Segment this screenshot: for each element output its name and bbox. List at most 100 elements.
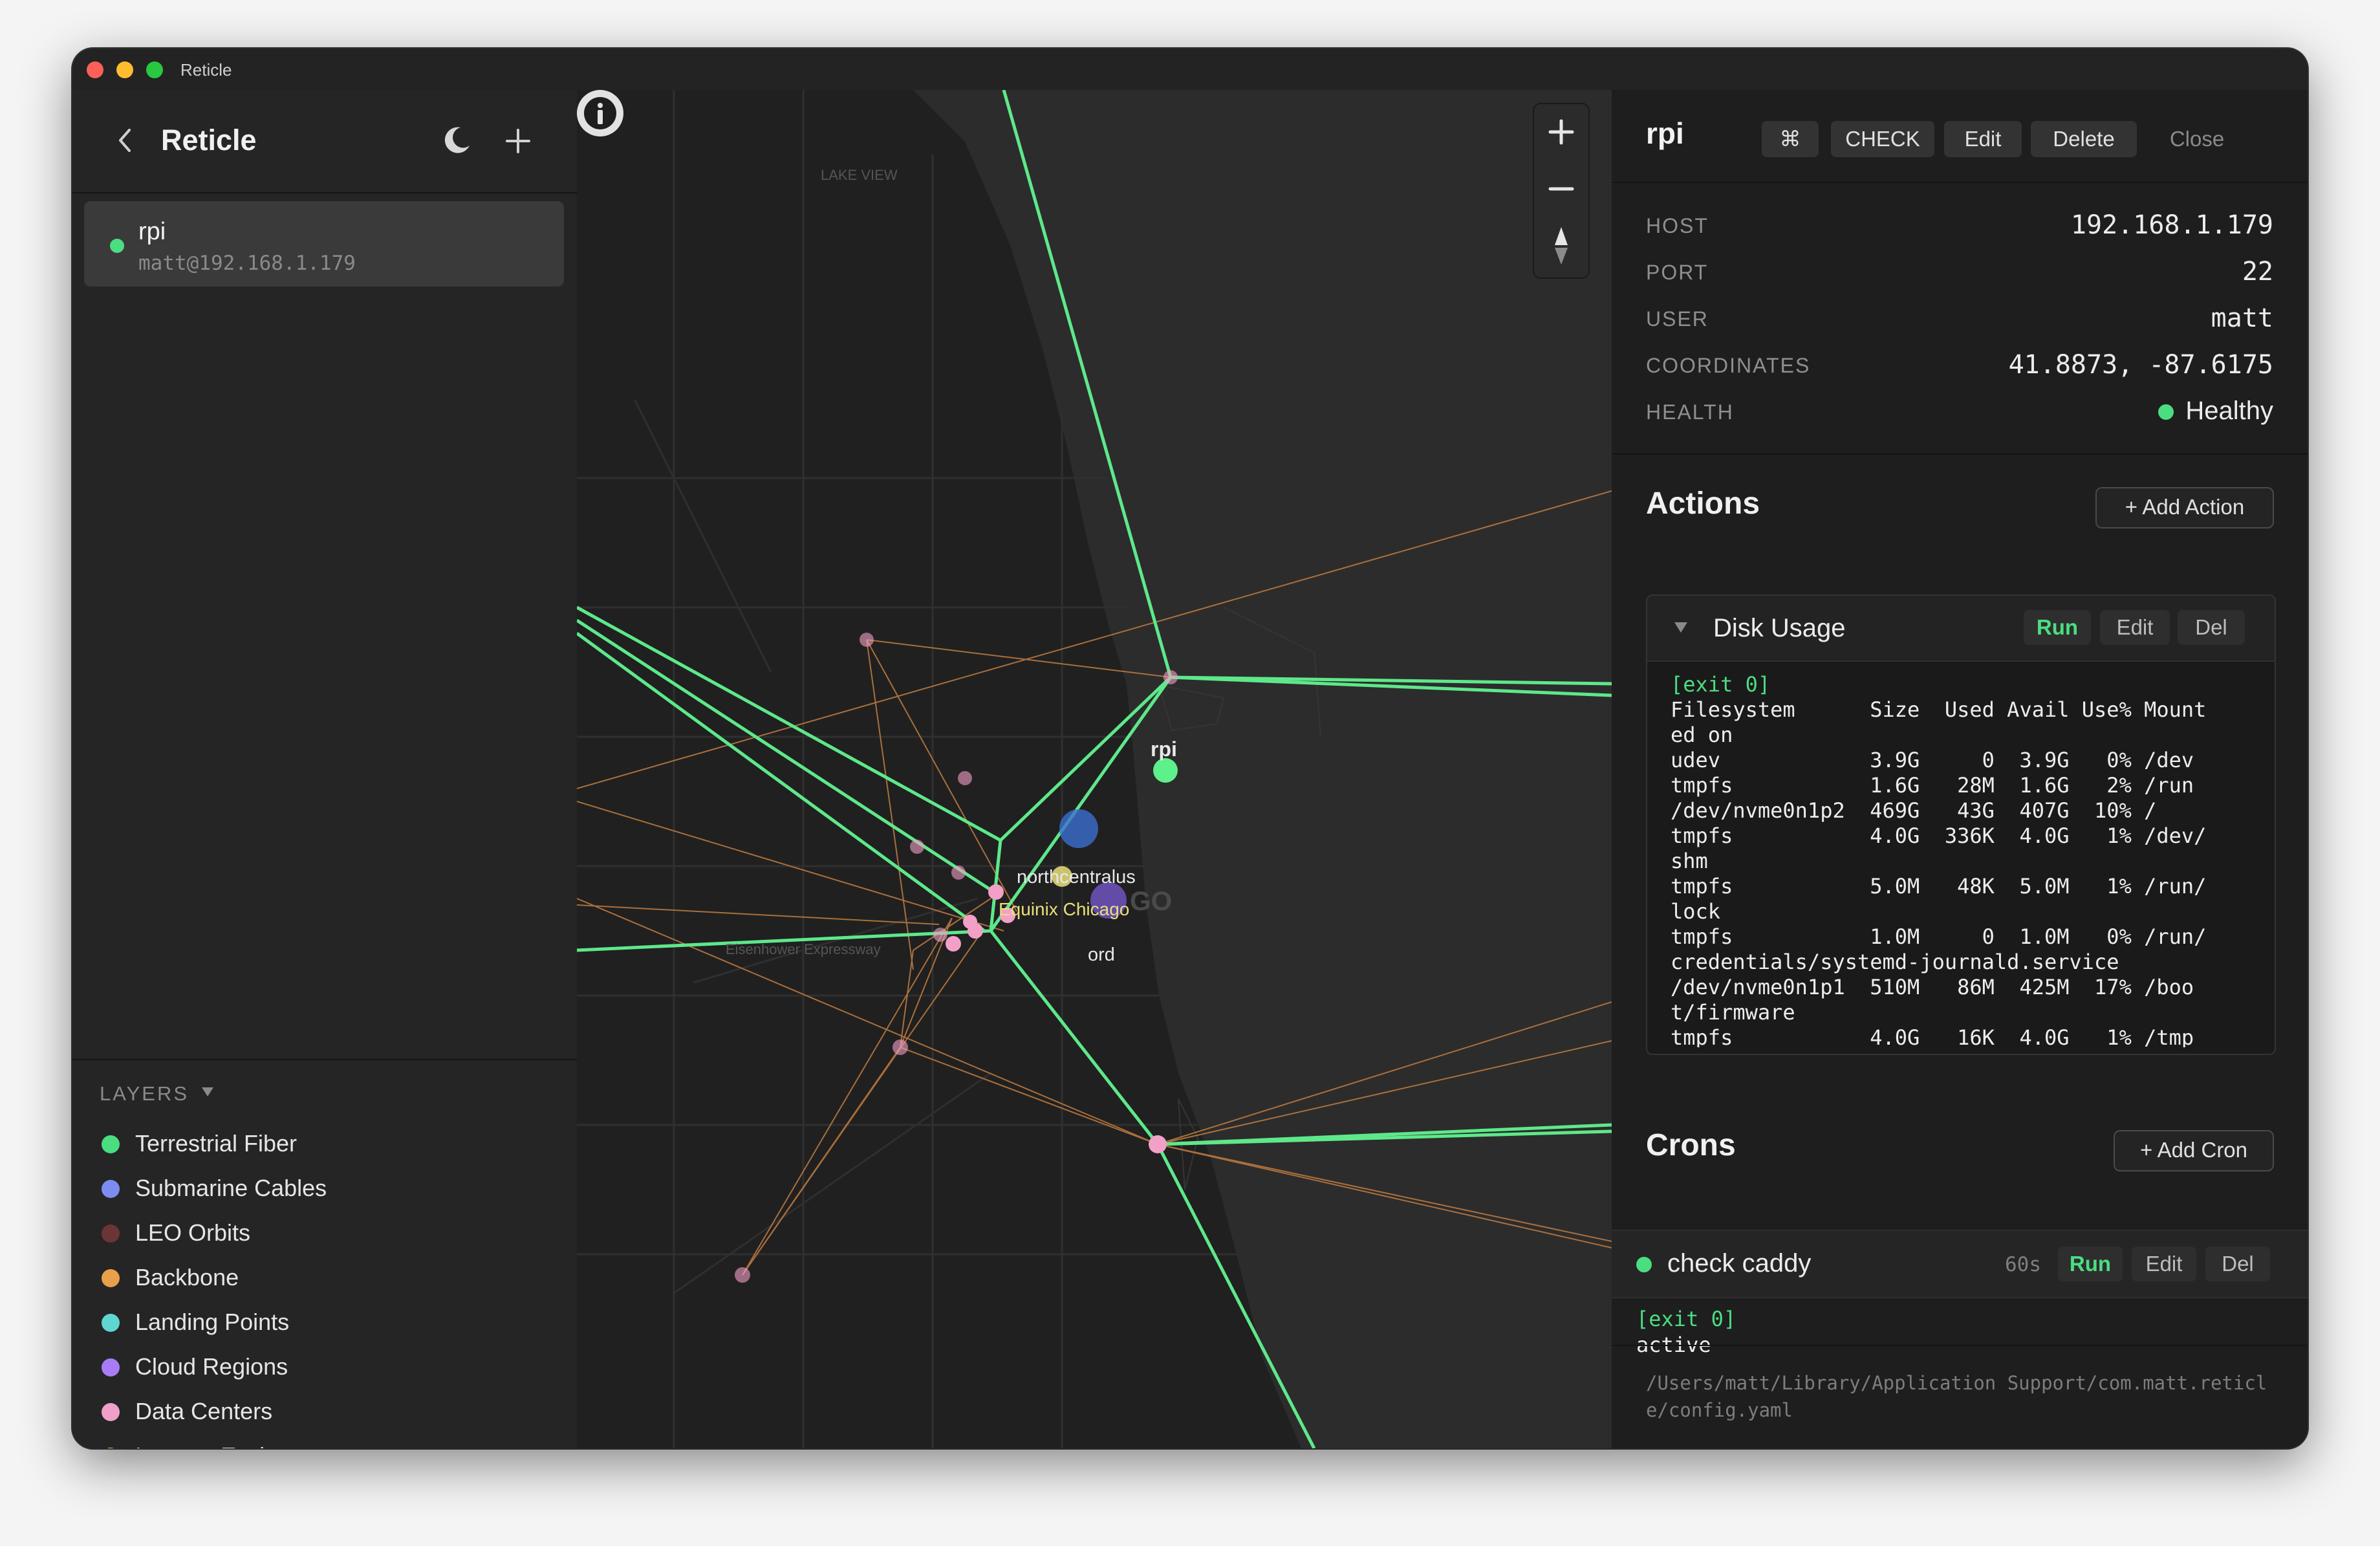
- config-path-footer: /Users/matt/Library/Application Support/…: [1612, 1345, 2308, 1448]
- info-value: matt: [2211, 303, 2273, 333]
- map-label-centralus: northcentralus: [1017, 867, 1136, 887]
- layer-label: Internet Exchanges: [135, 1443, 336, 1448]
- data-center-marker: [963, 915, 977, 929]
- map-canvas[interactable]: LAKE VIEW Eisenhower Expressway rpi nort…: [577, 90, 1612, 1448]
- action-header[interactable]: Disk Usage Run Edit Del: [1647, 596, 2275, 662]
- info-icon[interactable]: [577, 90, 623, 136]
- crons-title: Crons: [1646, 1128, 1736, 1162]
- data-center-marker: [958, 771, 972, 785]
- actions-title: Actions: [1646, 486, 1760, 521]
- layer-color-dot: [102, 1358, 120, 1377]
- map-label-lake-view: LAKE VIEW: [821, 167, 898, 183]
- data-center-marker: [1163, 670, 1178, 684]
- map-label-equinix: Equinix Chicago: [999, 899, 1129, 919]
- layer-color-dot: [102, 1403, 120, 1421]
- layer-color-dot: [102, 1314, 120, 1332]
- rpi-host-marker: [1153, 758, 1178, 783]
- action-card: Disk Usage Run Edit Del [exit 0] Filesyst…: [1646, 594, 2276, 1055]
- command-button[interactable]: ⌘: [1762, 121, 1819, 157]
- map-label-go: GO: [1130, 886, 1172, 916]
- detail-header: rpi ⌘ CHECK Edit Delete Close: [1612, 90, 2308, 183]
- host-detail-panel: rpi ⌘ CHECK Edit Delete Close HOST 192.1…: [1612, 90, 2308, 1448]
- run-action-button[interactable]: Run: [2024, 610, 2091, 645]
- layer-label: Submarine Cables: [135, 1175, 327, 1201]
- cron-status-dot: [1636, 1257, 1652, 1272]
- layer-color-dot: [102, 1225, 120, 1243]
- config-path[interactable]: /Users/matt/Library/Application Support/…: [1646, 1369, 2273, 1424]
- compass-icon[interactable]: [1534, 218, 1588, 274]
- map-view[interactable]: LAKE VIEW Eisenhower Expressway rpi nort…: [577, 90, 1612, 1448]
- add-cron-button[interactable]: + Add Cron: [2114, 1130, 2274, 1171]
- layer-label: Landing Points: [135, 1309, 290, 1335]
- edit-action-button[interactable]: Edit: [2100, 610, 2170, 645]
- moon-icon[interactable]: [441, 124, 473, 156]
- layer-color-dot: [102, 1180, 120, 1198]
- host-name: rpi: [138, 218, 166, 245]
- delete-cron-button[interactable]: Del: [2205, 1247, 2270, 1281]
- layer-label: Backbone: [135, 1264, 239, 1290]
- info-value: 22: [2242, 257, 2273, 287]
- edit-cron-button[interactable]: Edit: [2132, 1247, 2196, 1281]
- host-address: matt@192.168.1.179: [138, 252, 356, 275]
- add-action-button[interactable]: + Add Action: [2095, 487, 2274, 528]
- cron-interval: 60s: [2005, 1253, 2041, 1276]
- app-title: Reticle: [161, 124, 257, 157]
- caret-down-icon[interactable]: [1673, 620, 1689, 635]
- zoom-in-icon[interactable]: [1534, 104, 1588, 160]
- zoom-window-button[interactable]: [146, 61, 163, 78]
- check-button[interactable]: CHECK: [1831, 121, 1934, 157]
- info-value: 192.168.1.179: [2070, 210, 2273, 240]
- data-center-marker: [951, 866, 966, 880]
- host-list-item[interactable]: rpi matt@192.168.1.179: [84, 201, 564, 287]
- map-label-ord: ord: [1088, 944, 1115, 965]
- cron-name: check caddy: [1667, 1249, 1812, 1278]
- info-row-health: HEALTH Healthy: [1646, 394, 2273, 433]
- info-value: 41.8873, -87.6175: [2008, 350, 2273, 380]
- layer-color-dot: [102, 1269, 120, 1287]
- info-key: HEALTH: [1646, 400, 1734, 424]
- close-detail-button[interactable]: Close: [2148, 121, 2245, 157]
- info-key: PORT: [1646, 261, 1709, 284]
- delete-host-button[interactable]: Delete: [2031, 121, 2137, 157]
- chevron-left-icon[interactable]: [113, 125, 138, 156]
- zoom-out-icon[interactable]: [1534, 161, 1588, 217]
- data-center-marker: [892, 1040, 908, 1055]
- host-status-dot: [110, 239, 124, 253]
- layer-label: LEO Orbits: [135, 1219, 251, 1246]
- data-center-marker: [946, 936, 961, 952]
- info-row-user: USER matt: [1646, 301, 2273, 340]
- map-label-rpi: rpi: [1151, 737, 1177, 761]
- health-value: Healthy: [2158, 397, 2273, 426]
- info-key: USER: [1646, 307, 1709, 331]
- detail-title: rpi: [1646, 116, 1684, 150]
- health-status-dot: [2158, 404, 2174, 420]
- minimize-window-button[interactable]: [116, 61, 133, 78]
- edit-host-button[interactable]: Edit: [1944, 121, 2022, 157]
- map-zoom-controls: [1533, 103, 1590, 279]
- cron-item[interactable]: check caddy 60s Run Edit Del: [1612, 1230, 2308, 1298]
- layer-label: Data Centers: [135, 1398, 273, 1424]
- action-output[interactable]: [exit 0] Filesystem Size Used Avail Use% …: [1671, 672, 2266, 1047]
- action-output-text: Filesystem Size Used Avail Use% Mount ed…: [1671, 697, 2207, 1047]
- caret-down-icon[interactable]: [200, 1086, 215, 1098]
- info-key: HOST: [1646, 214, 1709, 237]
- info-row-port: PORT 22: [1646, 254, 2273, 293]
- run-cron-button[interactable]: Run: [2058, 1247, 2123, 1281]
- data-center-marker: [988, 884, 1004, 900]
- data-center-marker: [910, 840, 924, 854]
- window-title: Reticle: [180, 60, 232, 80]
- info-row-coordinates: COORDINATES 41.8873, -87.6175: [1646, 347, 2273, 386]
- layer-color-dot: [102, 1135, 120, 1153]
- data-center-marker: [860, 633, 874, 647]
- layers-title[interactable]: LAYERS: [100, 1082, 189, 1105]
- host-info: HOST 192.168.1.179 PORT 22 USER matt COO…: [1612, 182, 2308, 455]
- add-host-icon[interactable]: [503, 126, 533, 156]
- delete-action-button[interactable]: Del: [2178, 610, 2245, 645]
- app-window: Reticle Reticle rpi matt@192.168.1.179 L…: [72, 49, 2308, 1448]
- health-label: Healthy: [2185, 397, 2273, 425]
- submarine-landing-marker: [1059, 809, 1098, 848]
- action-name: Disk Usage: [1713, 614, 1846, 642]
- exit-status: [exit 0]: [1671, 672, 1771, 697]
- info-row-host: HOST 192.168.1.179: [1646, 208, 2273, 246]
- close-window-button[interactable]: [87, 61, 103, 78]
